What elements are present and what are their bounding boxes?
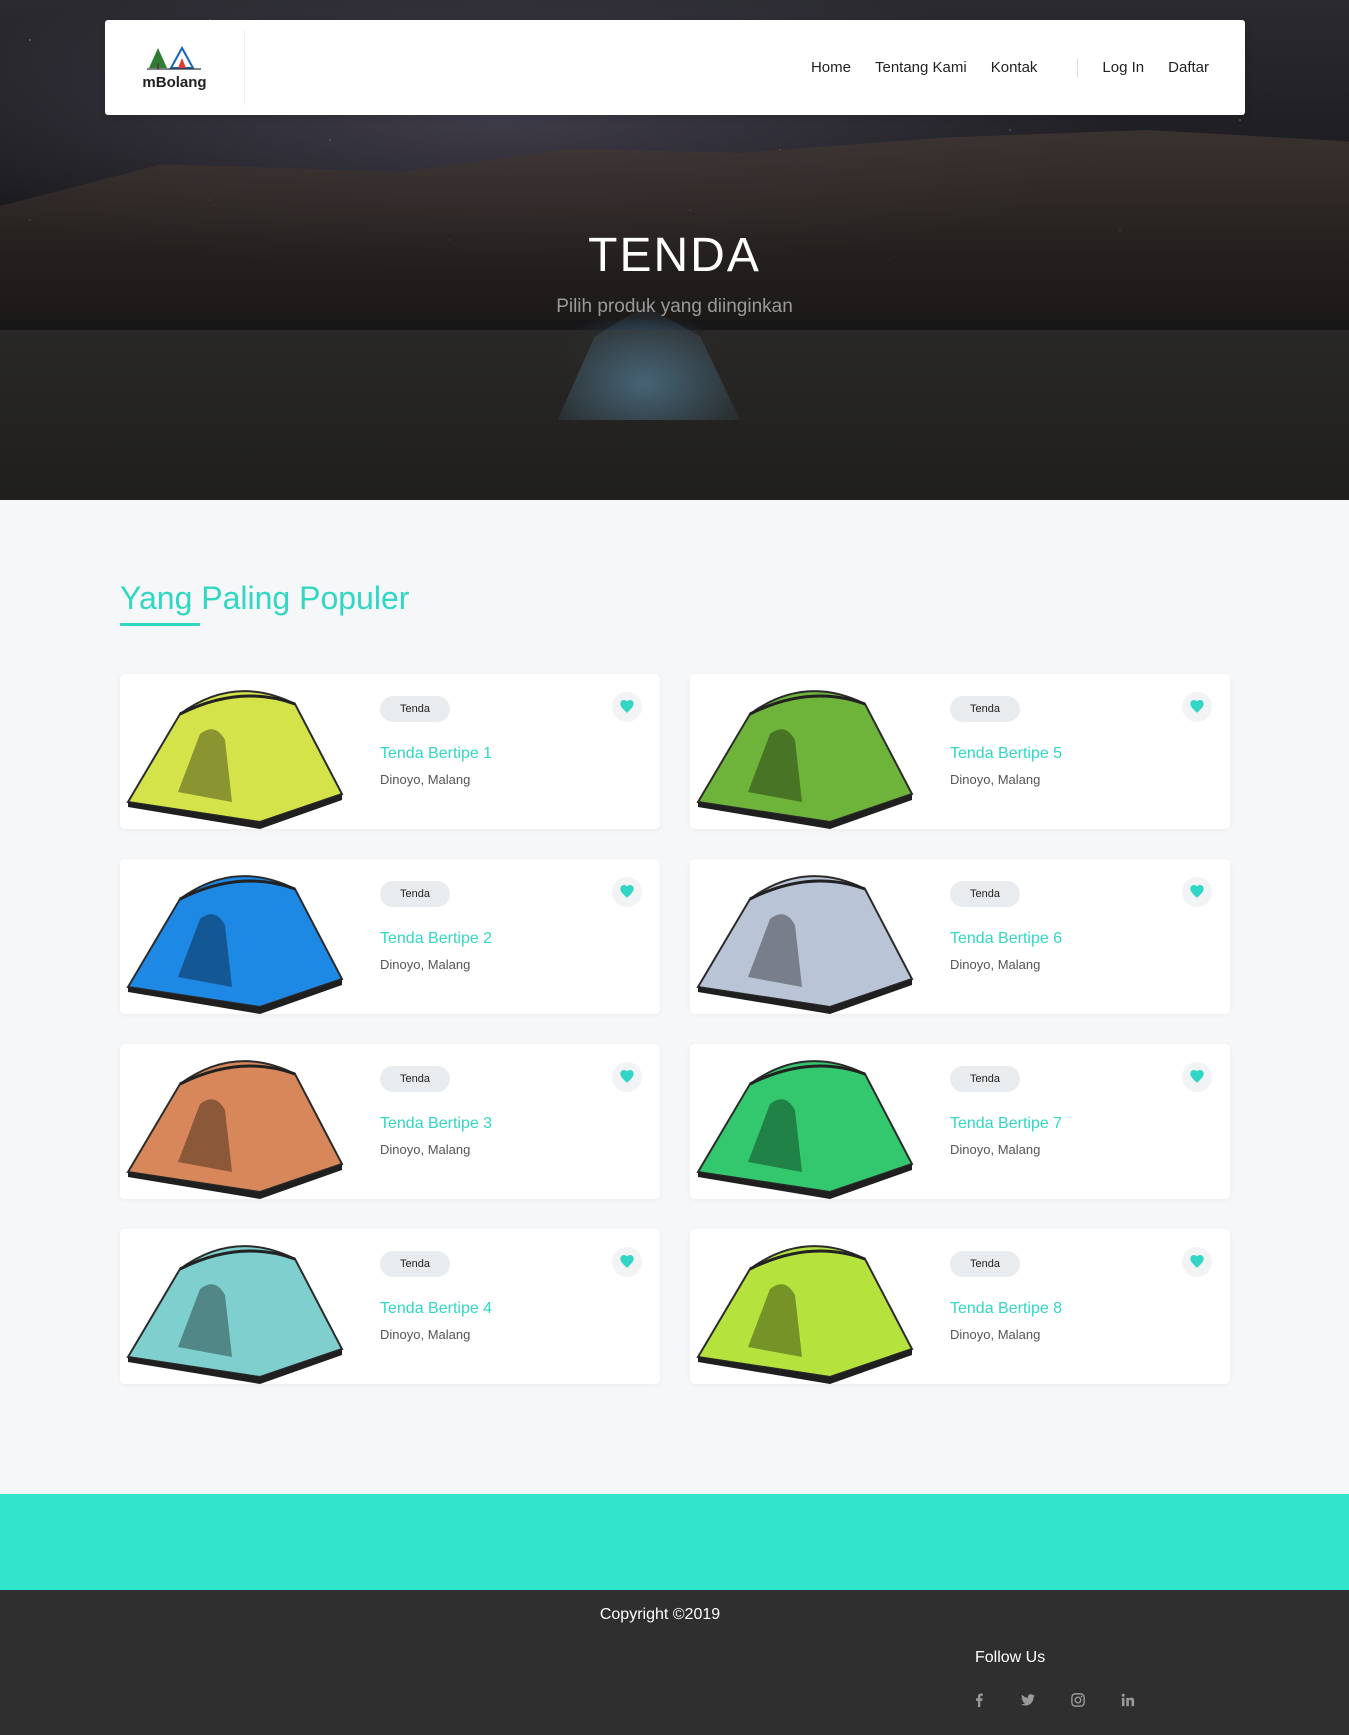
nav-about[interactable]: Tentang Kami bbox=[875, 59, 967, 76]
category-badge: Tenda bbox=[950, 881, 1020, 907]
footer: Copyright ©2019 Follow Us bbox=[0, 1590, 1349, 1735]
product-image[interactable] bbox=[690, 1229, 920, 1384]
category-badge: Tenda bbox=[380, 881, 450, 907]
product-name[interactable]: Tenda Bertipe 3 bbox=[380, 1115, 492, 1133]
nav-links: Home Tentang Kami Kontak Log In Daftar bbox=[787, 20, 1209, 115]
heart-icon[interactable] bbox=[1182, 1062, 1212, 1092]
heart-icon[interactable] bbox=[1182, 877, 1212, 907]
nav-contact[interactable]: Kontak bbox=[991, 59, 1038, 76]
brand-name: mBolang bbox=[142, 74, 207, 91]
product-image[interactable] bbox=[690, 859, 920, 1014]
product-name[interactable]: Tenda Bertipe 7 bbox=[950, 1115, 1062, 1133]
product-card[interactable]: Tenda Tenda Bertipe 5 Dinoyo, Malang bbox=[690, 674, 1230, 829]
category-badge: Tenda bbox=[380, 1251, 450, 1277]
register-link[interactable]: Daftar bbox=[1168, 59, 1209, 76]
product-name[interactable]: Tenda Bertipe 5 bbox=[950, 745, 1062, 763]
page-title: TENDA bbox=[588, 229, 761, 282]
product-name[interactable]: Tenda Bertipe 4 bbox=[380, 1300, 492, 1318]
nav-divider bbox=[1077, 58, 1079, 77]
product-location: Dinoyo, Malang bbox=[380, 1327, 471, 1342]
product-card[interactable]: Tenda Tenda Bertipe 8 Dinoyo, Malang bbox=[690, 1229, 1230, 1384]
category-badge: Tenda bbox=[380, 696, 450, 722]
category-badge: Tenda bbox=[950, 1066, 1020, 1092]
product-card[interactable]: Tenda Tenda Bertipe 4 Dinoyo, Malang bbox=[120, 1229, 660, 1384]
category-badge: Tenda bbox=[950, 1251, 1020, 1277]
heart-icon[interactable] bbox=[612, 1062, 642, 1092]
heart-icon[interactable] bbox=[1182, 692, 1212, 722]
follow-us-title: Follow Us bbox=[975, 1649, 1046, 1666]
tent-logo-icon bbox=[146, 45, 201, 70]
product-name[interactable]: Tenda Bertipe 2 bbox=[380, 930, 492, 948]
product-card[interactable]: Tenda Tenda Bertipe 7 Dinoyo, Malang bbox=[690, 1044, 1230, 1199]
product-location: Dinoyo, Malang bbox=[380, 1142, 471, 1157]
heart-icon[interactable] bbox=[612, 1247, 642, 1277]
facebook-icon[interactable] bbox=[969, 1690, 989, 1710]
navbar: mBolang Home Tentang Kami Kontak Log In … bbox=[105, 20, 1245, 115]
product-image[interactable] bbox=[120, 1229, 350, 1384]
instagram-icon[interactable] bbox=[1068, 1690, 1088, 1710]
category-badge: Tenda bbox=[950, 696, 1020, 722]
product-name[interactable]: Tenda Bertipe 1 bbox=[380, 745, 492, 763]
category-badge: Tenda bbox=[380, 1066, 450, 1092]
heart-icon[interactable] bbox=[612, 692, 642, 722]
product-card[interactable]: Tenda Tenda Bertipe 1 Dinoyo, Malang bbox=[120, 674, 660, 829]
product-location: Dinoyo, Malang bbox=[380, 772, 471, 787]
product-image[interactable] bbox=[690, 674, 920, 829]
product-location: Dinoyo, Malang bbox=[380, 957, 471, 972]
product-image[interactable] bbox=[120, 674, 350, 829]
brand-logo[interactable]: mBolang bbox=[105, 30, 245, 105]
linkedin-icon[interactable] bbox=[1118, 1690, 1138, 1710]
login-link[interactable]: Log In bbox=[1102, 59, 1144, 76]
copyright-text: Copyright ©2019 bbox=[599, 1606, 721, 1623]
section-title: Yang Paling Populer bbox=[120, 580, 410, 616]
product-name[interactable]: Tenda Bertipe 6 bbox=[950, 930, 1062, 948]
product-location: Dinoyo, Malang bbox=[950, 772, 1041, 787]
section-underline bbox=[120, 623, 200, 626]
product-card[interactable]: Tenda Tenda Bertipe 2 Dinoyo, Malang bbox=[120, 859, 660, 1014]
heart-icon[interactable] bbox=[1182, 1247, 1212, 1277]
twitter-icon[interactable] bbox=[1018, 1690, 1038, 1710]
teal-band bbox=[0, 1494, 1349, 1590]
product-location: Dinoyo, Malang bbox=[950, 1142, 1041, 1157]
product-image[interactable] bbox=[120, 1044, 350, 1199]
product-name[interactable]: Tenda Bertipe 8 bbox=[950, 1300, 1062, 1318]
product-image[interactable] bbox=[120, 859, 350, 1014]
product-location: Dinoyo, Malang bbox=[950, 957, 1041, 972]
product-location: Dinoyo, Malang bbox=[950, 1327, 1041, 1342]
nav-home[interactable]: Home bbox=[811, 59, 851, 76]
product-card[interactable]: Tenda Tenda Bertipe 6 Dinoyo, Malang bbox=[690, 859, 1230, 1014]
product-card[interactable]: Tenda Tenda Bertipe 3 Dinoyo, Malang bbox=[120, 1044, 660, 1199]
page-subtitle: Pilih produk yang diinginkan bbox=[556, 296, 793, 317]
product-image[interactable] bbox=[690, 1044, 920, 1199]
heart-icon[interactable] bbox=[612, 877, 642, 907]
